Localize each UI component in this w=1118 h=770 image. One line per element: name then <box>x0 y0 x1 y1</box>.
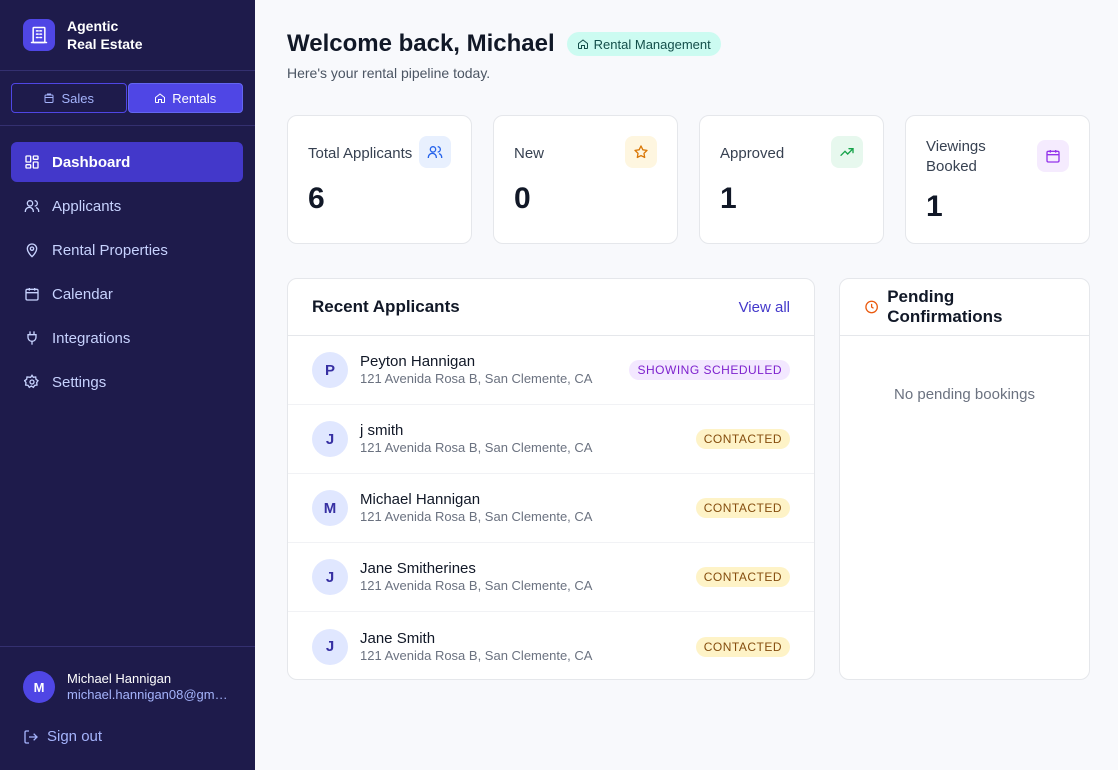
sales-mode-label: Sales <box>61 90 95 106</box>
stat-label: Total Applicants <box>308 145 413 162</box>
plug-icon <box>27 331 37 345</box>
mode-badge: Rental Management <box>566 32 721 56</box>
applicant-row[interactable]: M Michael Hannigan 121 Avenida Rosa B, S… <box>288 474 814 543</box>
stat-value: 1 <box>926 190 943 223</box>
avatar: P <box>312 352 348 388</box>
user-profile[interactable]: M Michael Hannigan michael.hannigan08@gm… <box>23 671 232 703</box>
divider <box>0 70 255 71</box>
home-icon <box>577 39 588 49</box>
recent-applicants-panel: Recent Applicants View all P Peyton Hann… <box>287 278 815 680</box>
rentals-mode-button[interactable]: Rentals <box>127 83 243 113</box>
applicant-address: 121 Avenida Rosa B, San Clemente, CA <box>360 647 593 663</box>
sidebar-item-label: Applicants <box>52 197 122 215</box>
divider <box>0 646 255 647</box>
panel-title: Recent Applicants <box>312 297 460 316</box>
sidebar-item-label: Dashboard <box>52 153 131 171</box>
view-all-link[interactable]: View all <box>739 299 790 316</box>
stat-label: Viewings Booked <box>926 138 986 175</box>
applicant-name: Michael Hannigan <box>360 491 481 508</box>
status-badge: CONTACTED <box>695 429 790 449</box>
sign-out-label: Sign out <box>47 728 103 745</box>
brand-line1: Agentic <box>67 18 119 34</box>
pending-confirmations-panel: Pending Confirmations No pending booking… <box>839 278 1090 680</box>
applicant-row[interactable]: P Peyton Hannigan 121 Avenida Rosa B, Sa… <box>288 336 814 405</box>
stat-card-viewings-booked: Viewings Booked 1 <box>905 115 1090 244</box>
empty-state: No pending bookings <box>894 386 1035 403</box>
applicant-row[interactable]: J Jane Smitherines 121 Avenida Rosa B, S… <box>288 543 814 612</box>
grid-icon <box>25 155 39 169</box>
avatar: J <box>312 559 348 595</box>
users-icon <box>419 136 451 168</box>
rentals-mode-label: Rentals <box>172 90 217 106</box>
avatar: M <box>312 490 348 526</box>
shopping-bag-icon <box>44 93 54 103</box>
sidebar-item-integrations[interactable]: Integrations <box>11 318 243 358</box>
stat-value: 0 <box>514 182 531 215</box>
sidebar-item-label: Integrations <box>52 329 131 347</box>
user-email: michael.hannigan08@gmail.com <box>67 687 232 702</box>
applicant-address: 121 Avenida Rosa B, San Clemente, CA <box>360 578 593 593</box>
stat-card-new: New 0 <box>493 115 678 244</box>
applicant-name: Jane Smitherines <box>360 560 476 577</box>
brand[interactable]: Agentic Real Estate <box>23 17 142 53</box>
status-badge: SHOWING SCHEDULED <box>629 360 790 380</box>
stats-row: Total Applicants 6 New 0 Approved 1 View… <box>287 115 1090 244</box>
calendar-icon <box>25 288 39 301</box>
applicant-address: 121 Avenida Rosa B, San Clemente, CA <box>360 371 593 386</box>
trending-up-icon <box>831 136 863 168</box>
applicant-name: Jane Smith <box>360 629 436 647</box>
sidebar-item-settings[interactable]: Settings <box>11 362 243 402</box>
divider <box>0 125 255 126</box>
applicant-address: 121 Avenida Rosa B, San Clemente, CA <box>360 440 593 455</box>
sidebar-item-applicants[interactable]: Applicants <box>11 186 243 226</box>
stat-value: 1 <box>720 182 737 215</box>
stat-label: New <box>514 145 545 162</box>
applicant-row[interactable]: J Jane Smith 121 Avenida Rosa B, San Cle… <box>288 612 814 679</box>
avatar: M <box>23 671 55 703</box>
stat-card-total-applicants: Total Applicants 6 <box>287 115 472 244</box>
avatar: J <box>312 628 348 665</box>
map-pin-icon <box>26 243 38 258</box>
applicant-row[interactable]: J j smith 121 Avenida Rosa B, San Clemen… <box>288 405 814 474</box>
status-badge: CONTACTED <box>695 498 790 518</box>
sidebar-item-label: Rental Properties <box>52 241 168 259</box>
sidebar-item-label: Calendar <box>52 285 113 303</box>
mode-badge-label: Rental Management <box>593 36 711 52</box>
log-out-icon <box>24 729 38 744</box>
sign-out-button[interactable]: Sign out <box>23 728 102 745</box>
panel-title: Pending Confirmations <box>864 287 1065 327</box>
mode-switch: Sales Rentals <box>11 83 243 113</box>
home-icon <box>155 93 166 103</box>
brand-name: Agentic Real Estate <box>67 17 142 53</box>
sidebar-nav: Dashboard Applicants Rental Properties C… <box>11 142 243 406</box>
applicant-name: Peyton Hannigan <box>360 353 476 370</box>
stat-value: 6 <box>308 182 325 215</box>
stat-card-approved: Approved 1 <box>699 115 884 244</box>
stat-label: Approved <box>720 145 785 162</box>
users-icon <box>24 200 40 212</box>
applicant-name: j smith <box>360 422 404 439</box>
user-name: Michael Hannigan <box>67 671 172 686</box>
sidebar-item-calendar[interactable]: Calendar <box>11 274 243 314</box>
status-badge: CONTACTED <box>695 567 790 587</box>
applicant-address: 121 Avenida Rosa B, San Clemente, CA <box>360 509 593 524</box>
sidebar-item-dashboard[interactable]: Dashboard <box>11 142 243 182</box>
star-icon <box>625 136 657 168</box>
building-icon <box>23 19 55 51</box>
calendar-icon <box>1037 140 1069 172</box>
sidebar: Agentic Real Estate Sales Rentals Dashbo… <box>0 0 255 770</box>
brand-line2: Real Estate <box>67 36 143 52</box>
avatar: J <box>312 421 348 457</box>
page-title: Welcome back, Michael <box>287 30 555 57</box>
sidebar-item-rental-properties[interactable]: Rental Properties <box>11 230 243 270</box>
clock-icon <box>865 300 878 314</box>
gear-icon <box>24 374 39 389</box>
panel-title-label: Pending Confirmations <box>887 287 1003 326</box>
sidebar-item-label: Settings <box>52 373 107 391</box>
page-subtitle: Here's your rental pipeline today. <box>287 65 491 81</box>
sales-mode-button[interactable]: Sales <box>11 83 127 113</box>
status-badge: CONTACTED <box>695 636 790 657</box>
